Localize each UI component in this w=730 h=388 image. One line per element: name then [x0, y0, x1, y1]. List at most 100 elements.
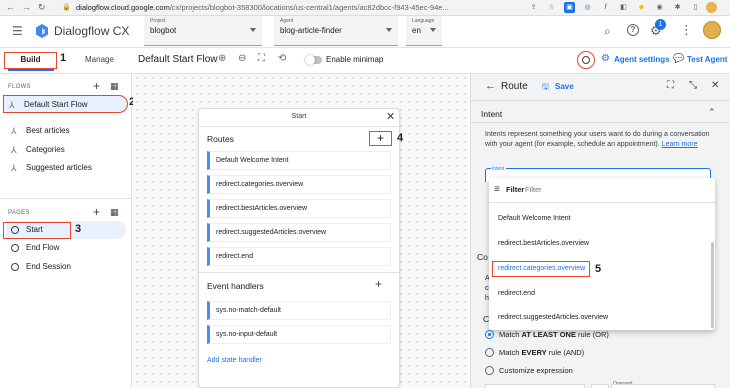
extension-icon[interactable]: ◧	[618, 2, 629, 13]
dropdown-option[interactable]: redirect.suggestedArticles.overview	[489, 306, 715, 330]
sidebar-item-label: Suggested articles	[26, 163, 92, 172]
route-item[interactable]: redirect.bestArticles.overview	[207, 199, 391, 218]
reload-icon[interactable]: ↻	[38, 2, 46, 13]
dropdown-option[interactable]: redirect.bestArticles.overview	[489, 232, 715, 256]
route-item[interactable]: redirect.end	[207, 247, 391, 266]
test-agent-button[interactable]: Test Agent	[687, 55, 727, 64]
chevron-down-icon	[430, 28, 436, 32]
learn-more-link[interactable]: Learn more	[662, 141, 698, 148]
extension-icon[interactable]: f	[600, 2, 611, 13]
language-select-label: Language	[412, 18, 435, 24]
puzzle-icon[interactable]: ✱	[672, 2, 683, 13]
close-icon[interactable]: ✕	[711, 80, 719, 91]
minimap-toggle-knob	[305, 55, 315, 65]
reset-view-icon[interactable]: ⟲	[278, 53, 286, 64]
intent-field-label: Intent	[491, 166, 506, 172]
menu-icon[interactable]: ☰	[12, 24, 23, 38]
filter-icon: ≡	[494, 184, 500, 195]
sidebar-item-label: Best articles	[26, 126, 70, 135]
back-arrow-icon[interactable]: ←	[485, 80, 496, 92]
back-icon[interactable]: ←	[6, 2, 15, 12]
annotation-box-start	[3, 222, 71, 239]
divider	[471, 100, 730, 101]
intent-help-text: Intents represent something your users w…	[485, 130, 715, 149]
sidebar-item-end-flow[interactable]: End Flow	[6, 239, 130, 257]
filter-input[interactable]	[525, 183, 705, 195]
sidebar-icon[interactable]: ▯	[690, 2, 701, 13]
fit-view-icon[interactable]: ⛶	[258, 53, 265, 64]
fullscreen-icon[interactable]: ⛶	[667, 80, 674, 91]
dropdown-scrollbar[interactable]	[711, 242, 714, 328]
event-handler-item[interactable]: sys.no-match-default	[207, 301, 391, 320]
route-item[interactable]: Default Welcome Intent	[207, 151, 391, 170]
page-icon	[11, 263, 19, 271]
condition-section-header: Co	[477, 252, 488, 262]
event-handler-item[interactable]: sys.no-input-default	[207, 325, 391, 344]
sidebar-item-categories[interactable]: ⅄ Categories	[6, 141, 130, 159]
annotation-3: 3	[75, 223, 82, 235]
chat-icon: 💬	[673, 53, 685, 63]
project-select[interactable]: Project blogbot	[144, 16, 262, 46]
extension-icon[interactable]: ◆	[636, 2, 647, 13]
radio-button[interactable]	[485, 330, 494, 339]
annotation-box-option	[492, 261, 590, 277]
flow-icon: ⅄	[11, 163, 17, 173]
account-avatar[interactable]	[703, 21, 721, 39]
language-select[interactable]: Language en	[406, 16, 442, 46]
extension-icon[interactable]: ◉	[654, 2, 665, 13]
table-view-icon[interactable]: ▦	[110, 207, 119, 218]
sidebar-item-end-session[interactable]: End Session	[6, 258, 130, 276]
add-page-icon[interactable]: +	[93, 205, 100, 219]
annotation-1: 1	[60, 52, 67, 64]
zoom-out-icon[interactable]: ⊖	[238, 53, 246, 64]
condition-param-field[interactable]	[485, 384, 585, 388]
page-icon	[11, 244, 19, 252]
condition-operator-field[interactable]	[591, 384, 609, 388]
agent-select[interactable]: Agent blog-article-finder	[274, 16, 398, 46]
add-event-handler-icon[interactable]: +	[375, 277, 382, 291]
notification-badge: 1	[655, 19, 666, 30]
sidebar-item-default-start-flow[interactable]: ⅄ Default Start Flow	[3, 95, 128, 113]
collapse-icon[interactable]: ⤡	[689, 80, 697, 91]
card-title: Start	[291, 113, 307, 120]
flow-toolbar: Build 1 Manage Default Start Flow ⊕ ⊖ ⛶ …	[0, 48, 730, 74]
search-icon[interactable]: ⌕	[604, 24, 611, 39]
radio-button[interactable]	[485, 366, 494, 375]
share-icon[interactable]: ⇪	[528, 2, 539, 13]
sidebar-item-suggested-articles[interactable]: ⅄ Suggested articles	[6, 159, 130, 177]
save-button[interactable]: Save	[555, 82, 574, 91]
profile-avatar[interactable]	[706, 2, 717, 13]
filter-label: Filter	[506, 185, 525, 194]
intent-section-header: Intent	[481, 109, 503, 119]
extension-icon[interactable]: ▣	[564, 2, 575, 13]
bookmark-star-icon[interactable]: ☆	[546, 2, 557, 13]
active-tab-indicator	[8, 69, 54, 71]
chevron-up-icon[interactable]: ⌃	[708, 107, 716, 118]
extension-icon[interactable]: ◎	[582, 2, 593, 13]
add-flow-icon[interactable]: +	[93, 79, 100, 93]
forward-icon[interactable]: →	[22, 2, 31, 12]
route-item[interactable]: redirect.suggestedArticles.overview	[207, 223, 391, 242]
sidebar-item-best-articles[interactable]: ⅄ Best articles	[6, 122, 130, 140]
route-item[interactable]: redirect.categories.overview	[207, 175, 391, 194]
project-select-value: blogbot	[150, 26, 177, 35]
manage-tab[interactable]: Manage	[85, 55, 114, 64]
build-tab[interactable]: Build	[4, 52, 57, 69]
table-view-icon[interactable]: ▦	[110, 81, 119, 92]
apps-grid-icon[interactable]: ⋮	[680, 22, 693, 38]
condition-operand-field[interactable]	[611, 384, 715, 388]
divider	[471, 122, 730, 123]
add-route-button[interactable]: +	[369, 131, 392, 146]
zoom-in-icon[interactable]: ⊕	[218, 53, 226, 64]
project-select-label: Project	[150, 18, 166, 24]
routes-header: Routes	[207, 134, 234, 144]
radio-button[interactable]	[485, 348, 494, 357]
add-state-handler-link[interactable]: Add state handler	[207, 357, 262, 364]
minimap-label: Enable minimap	[326, 55, 384, 64]
dropdown-option[interactable]: Default Welcome Intent	[489, 207, 715, 231]
address-bar[interactable]: dialogflow.cloud.google.com/cx/projects/…	[76, 3, 449, 12]
agent-settings-button[interactable]: Agent settings	[614, 55, 670, 64]
help-icon[interactable]: ?	[627, 24, 639, 36]
dropdown-option[interactable]: redirect.end	[489, 282, 715, 306]
close-icon[interactable]: ✕	[386, 110, 395, 123]
